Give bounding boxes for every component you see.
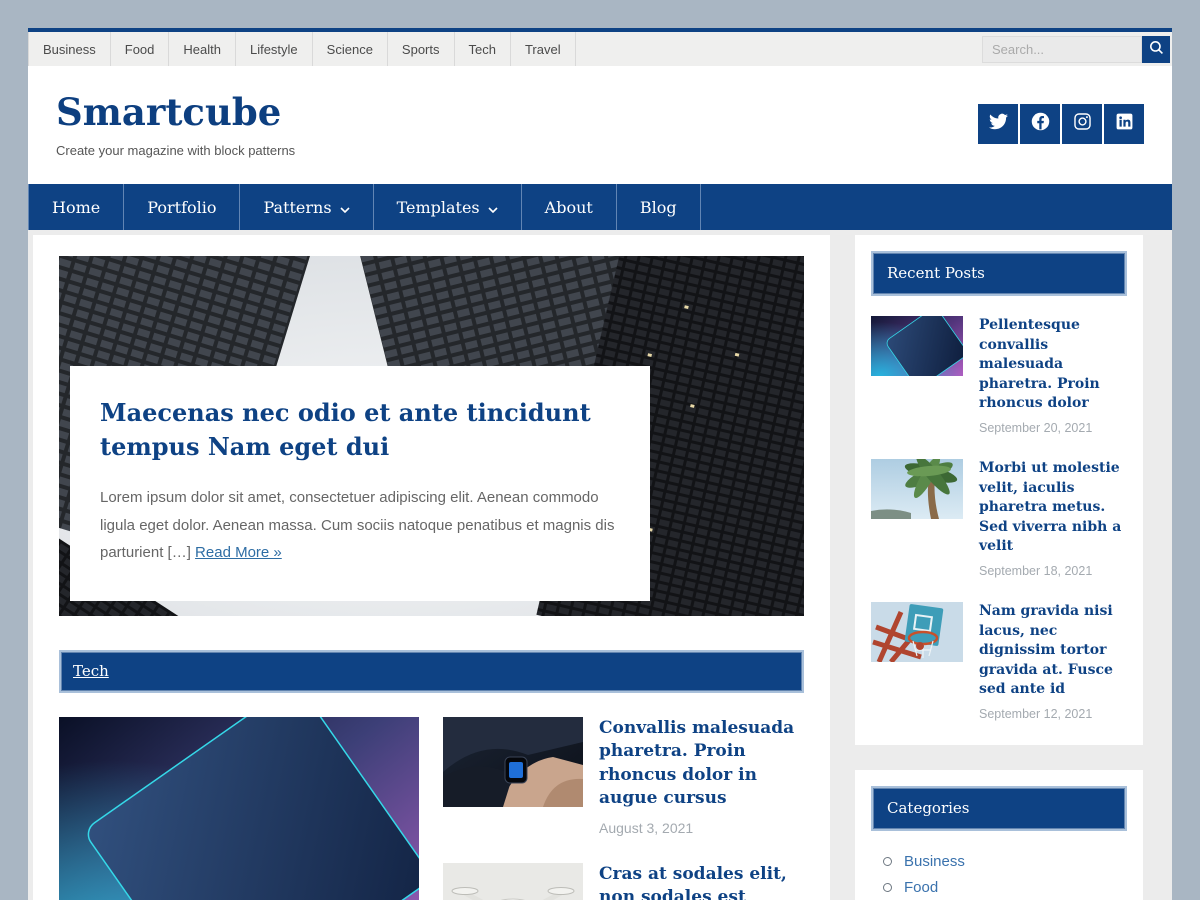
post-date: September 12, 2021: [979, 707, 1127, 721]
recent-posts-header: Recent Posts: [871, 251, 1127, 296]
twitter-icon: [989, 112, 1008, 136]
post-thumbnail-laptop-phone[interactable]: [871, 316, 963, 376]
post-title[interactable]: Nam gravida nisi lacus, nec dignissim to…: [979, 602, 1127, 700]
chevron-down-icon: [488, 198, 498, 217]
post-title[interactable]: Convallis malesuada pharetra. Proin rhon…: [599, 717, 804, 811]
nav-item-home[interactable]: Home: [28, 184, 124, 230]
tech-post: Cras at sodales elit, non sodales est ph…: [443, 863, 804, 900]
branding: Smartcube Create your magazine with bloc…: [56, 90, 295, 158]
nav-label: Patterns: [263, 198, 331, 217]
tech-posts: B V C cmd ⌘ F: [59, 717, 804, 900]
site-header: Smartcube Create your magazine with bloc…: [28, 66, 1172, 184]
nav-item-portfolio[interactable]: Portfolio: [124, 184, 240, 230]
nav-item-patterns[interactable]: Patterns: [240, 184, 373, 230]
post-text: Cras at sodales elit, non sodales est ph…: [599, 863, 804, 900]
widget-title: Categories: [887, 799, 970, 817]
nav-label: Portfolio: [147, 198, 216, 217]
content-area: Maecenas nec odio et ante tincidunt temp…: [28, 230, 1172, 900]
nav-item-about[interactable]: About: [522, 184, 617, 230]
excerpt-text: Lorem ipsum dolor sit amet, consectetuer…: [100, 489, 614, 562]
recent-posts-widget: Recent Posts: [855, 235, 1143, 745]
topbar-link-tech[interactable]: Tech: [455, 32, 511, 66]
nav-label: Templates: [397, 198, 480, 217]
topbar-link-sports[interactable]: Sports: [388, 32, 455, 66]
post-date: August 3, 2021: [599, 820, 804, 836]
main-column: Maecenas nec odio et ante tincidunt temp…: [33, 235, 830, 900]
category-link-food[interactable]: Food: [904, 879, 938, 896]
post-text: Pellentesque convallis malesuada pharetr…: [979, 316, 1127, 435]
categories-header: Categories: [871, 786, 1127, 831]
search-input[interactable]: [982, 36, 1142, 63]
tech-section-header: Tech: [59, 650, 804, 693]
social-links: [978, 104, 1144, 144]
tech-post-list: Convallis malesuada pharetra. Proin rhon…: [443, 717, 804, 900]
facebook-icon: [1030, 111, 1051, 137]
tech-featured-image[interactable]: B V C cmd ⌘ F: [59, 717, 419, 900]
top-bar: Business Food Health Lifestyle Science S…: [28, 28, 1172, 66]
site-title[interactable]: Smartcube: [56, 90, 295, 134]
recent-post: Morbi ut molestie velit, iaculis pharetr…: [871, 459, 1127, 578]
chevron-down-icon: [340, 198, 350, 217]
post-title[interactable]: Cras at sodales elit, non sodales est ph…: [599, 863, 804, 900]
instagram-link[interactable]: [1062, 104, 1102, 144]
nav-item-templates[interactable]: Templates: [374, 184, 522, 230]
tech-section-link[interactable]: Tech: [73, 662, 109, 680]
nav-label: Blog: [640, 198, 677, 217]
linkedin-icon: [1115, 112, 1134, 136]
topbar-link-lifestyle[interactable]: Lifestyle: [236, 32, 313, 66]
featured-post-title[interactable]: Maecenas nec odio et ante tincidunt temp…: [100, 396, 620, 464]
site-tagline: Create your magazine with block patterns: [56, 143, 295, 158]
topbar-link-health[interactable]: Health: [169, 32, 236, 66]
facebook-link[interactable]: [1020, 104, 1060, 144]
post-thumbnail-palm-tree[interactable]: [871, 459, 963, 519]
post-title[interactable]: Morbi ut molestie velit, iaculis pharetr…: [979, 459, 1127, 557]
post-date: September 18, 2021: [979, 564, 1127, 578]
topbar-link-travel[interactable]: Travel: [511, 32, 576, 66]
tech-post: Convallis malesuada pharetra. Proin rhon…: [443, 717, 804, 836]
post-text: Convallis malesuada pharetra. Proin rhon…: [599, 717, 804, 836]
linkedin-link[interactable]: [1104, 104, 1144, 144]
post-thumbnail-smartwatch[interactable]: [443, 717, 583, 807]
post-thumbnail-drone[interactable]: [443, 863, 583, 900]
post-thumbnail-basketball-hoop[interactable]: [871, 602, 963, 662]
recent-post: Nam gravida nisi lacus, nec dignissim to…: [871, 602, 1127, 721]
sidebar: Recent Posts: [855, 235, 1143, 900]
instagram-icon: [1073, 112, 1092, 136]
search-box: [982, 32, 1172, 66]
widget-title: Recent Posts: [887, 264, 985, 282]
twitter-link[interactable]: [978, 104, 1018, 144]
featured-post-excerpt: Lorem ipsum dolor sit amet, consectetuer…: [100, 484, 620, 567]
nav-item-blog[interactable]: Blog: [617, 184, 701, 230]
featured-post-card: Maecenas nec odio et ante tincidunt temp…: [70, 366, 650, 601]
category-item: Food: [883, 879, 1127, 896]
category-list: Business Food Health Lifestyle Science S…: [871, 851, 1127, 900]
topbar-link-business[interactable]: Business: [28, 32, 111, 66]
page-wrapper: Business Food Health Lifestyle Science S…: [28, 28, 1172, 900]
post-title[interactable]: Pellentesque convallis malesuada pharetr…: [979, 316, 1127, 414]
post-text: Nam gravida nisi lacus, nec dignissim to…: [979, 602, 1127, 721]
primary-navigation: Home Portfolio Patterns Templates About …: [28, 184, 1172, 230]
topbar-link-science[interactable]: Science: [313, 32, 388, 66]
top-category-menu: Business Food Health Lifestyle Science S…: [28, 32, 576, 66]
categories-widget: Categories Business Food Health Lifestyl…: [855, 770, 1143, 900]
nav-label: Home: [52, 198, 100, 217]
recent-post: Pellentesque convallis malesuada pharetr…: [871, 316, 1127, 435]
category-item: Business: [883, 853, 1127, 870]
search-button[interactable]: [1142, 36, 1170, 63]
featured-post: Maecenas nec odio et ante tincidunt temp…: [59, 256, 804, 616]
post-date: September 20, 2021: [979, 421, 1127, 435]
post-text: Morbi ut molestie velit, iaculis pharetr…: [979, 459, 1127, 578]
read-more-link[interactable]: Read More »: [195, 544, 282, 561]
nav-label: About: [545, 198, 593, 217]
category-link-business[interactable]: Business: [904, 853, 965, 870]
search-icon: [1149, 40, 1164, 58]
topbar-link-food[interactable]: Food: [111, 32, 170, 66]
